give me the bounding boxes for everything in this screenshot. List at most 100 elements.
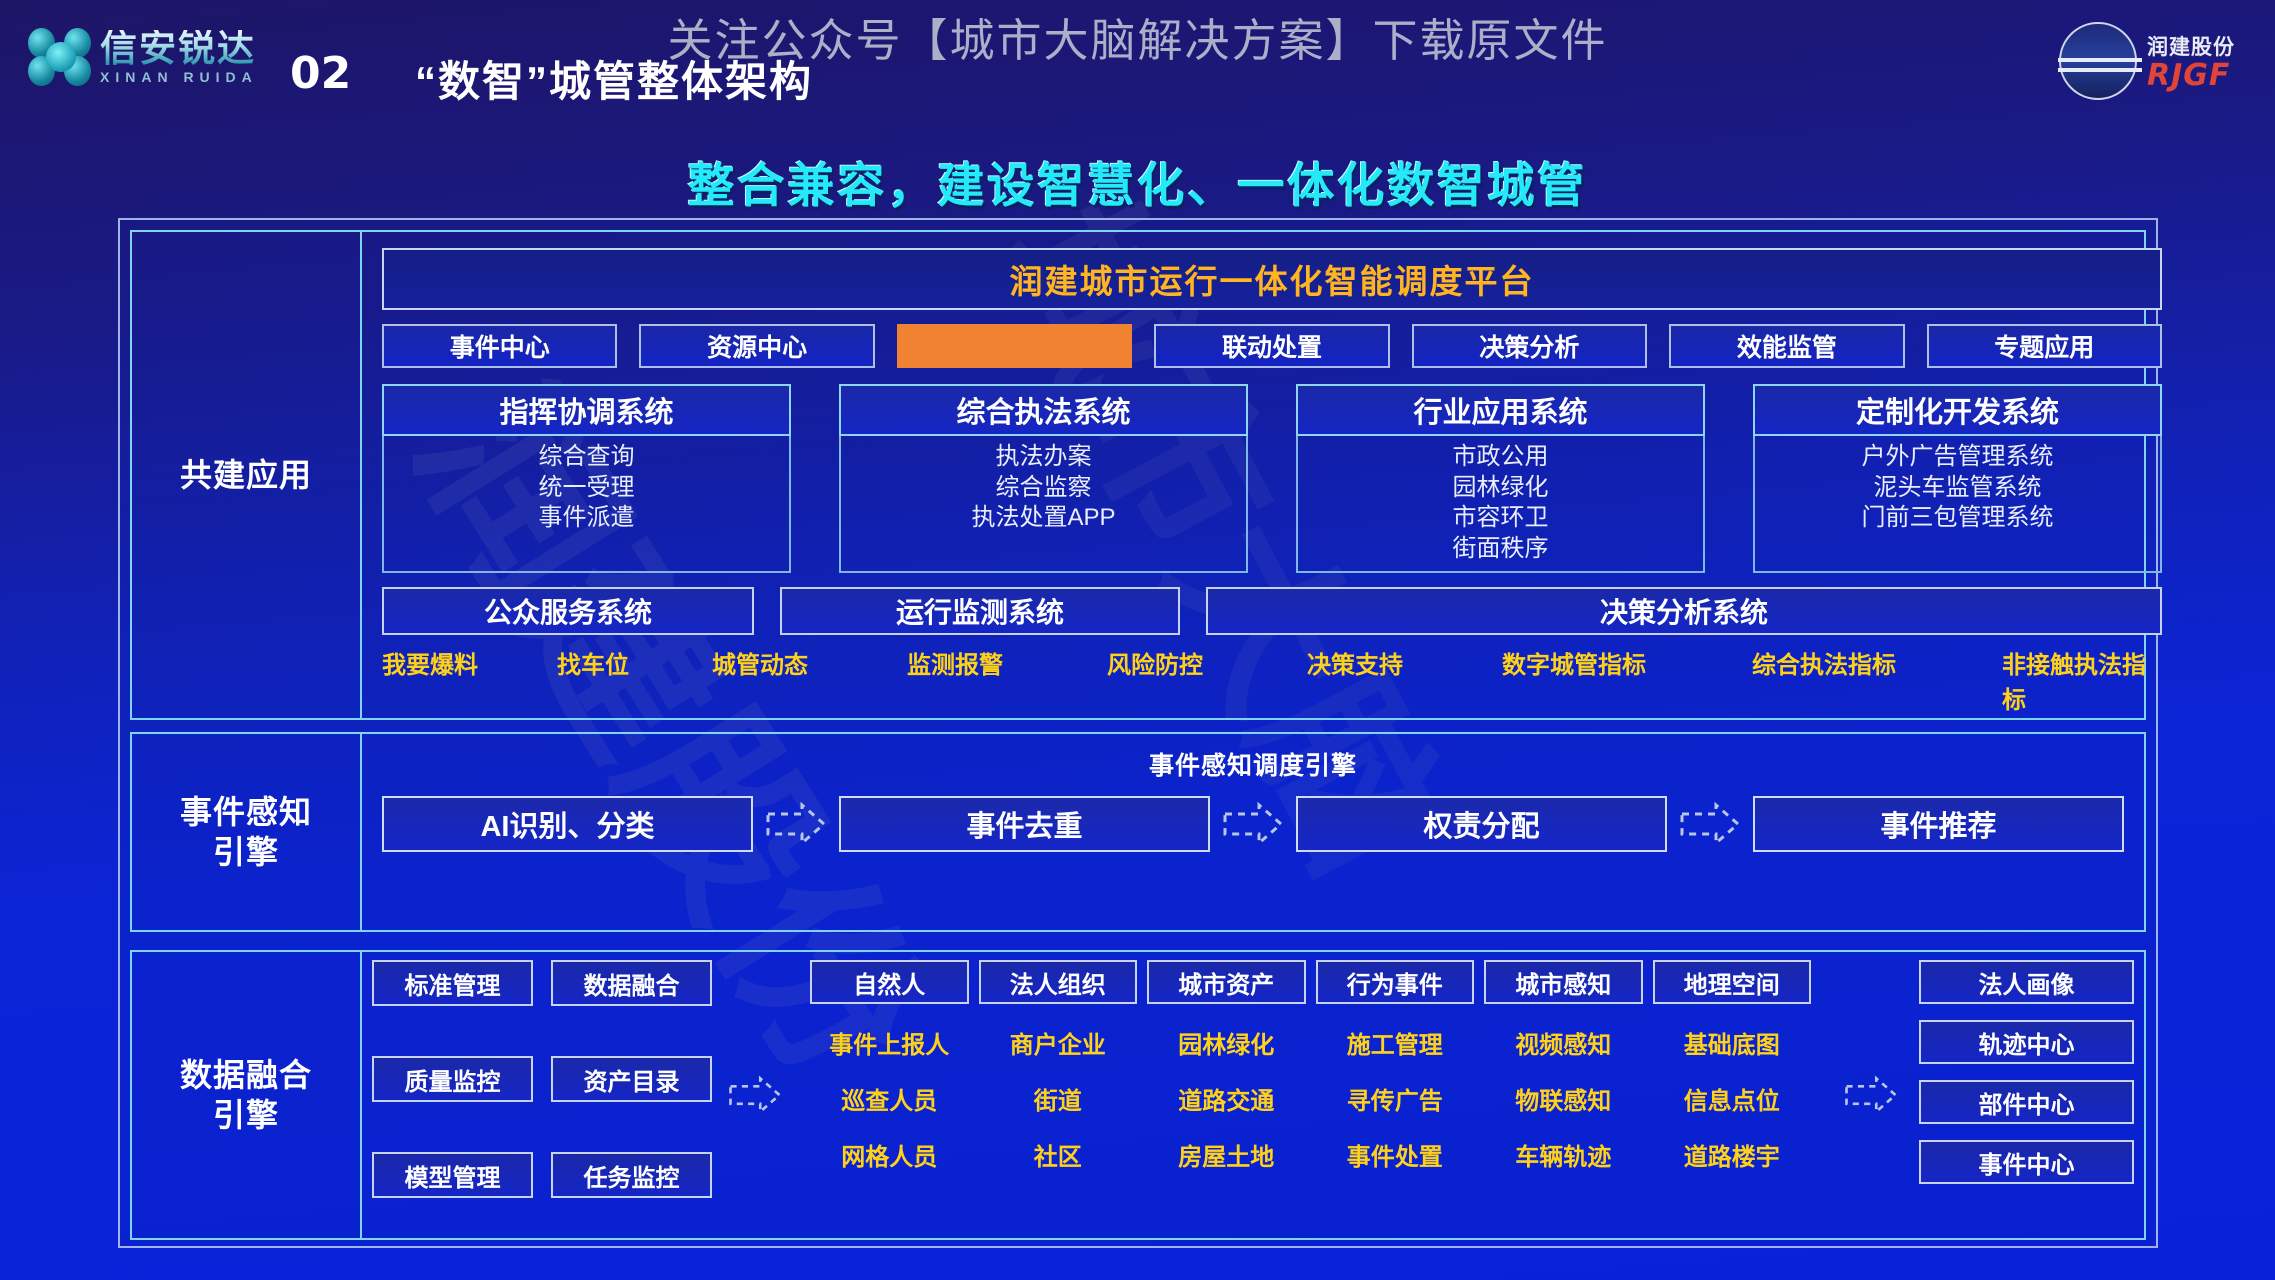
box-data-fusion[interactable]: 数据融合 (551, 960, 712, 1006)
column-head[interactable]: 行为事件 (1315, 960, 1474, 1004)
column-item[interactable]: 巡查人员 (841, 1081, 937, 1116)
column-head[interactable]: 城市资产 (1147, 960, 1306, 1004)
arrow-right-icon (1210, 801, 1296, 847)
box-standard-management[interactable]: 标准管理 (372, 960, 533, 1006)
column-item[interactable]: 道路楼宇 (1684, 1137, 1780, 1172)
company-logo: 信安锐达 XINAN RUIDA (28, 28, 258, 86)
sensing-flow: AI识别、分类 事件去重 权责分配 事件推荐 (376, 796, 2130, 852)
yellow-item-monitor-alarm[interactable]: 监测报警 (907, 645, 1107, 715)
box-trajectory-center[interactable]: 轨迹中心 (1919, 1020, 2134, 1064)
flow-step-deduplication[interactable]: 事件去重 (839, 796, 1210, 852)
data-column-legal-organization: 法人组织 商户企业 街道 社区 (978, 960, 1137, 1230)
data-column-geospatial: 地理空间 基础底图 信息点位 道路楼宇 (1652, 960, 1811, 1230)
column-item[interactable]: 事件上报人 (829, 1025, 949, 1060)
system-card-items: 市政公用 园林绿化 市容环卫 街面秩序 (1296, 436, 1705, 573)
arrow-right-icon (1667, 801, 1753, 847)
box-model-management[interactable]: 模型管理 (372, 1152, 533, 1198)
chip-efficiency-supervision[interactable]: 效能监管 (1669, 324, 1905, 368)
box-quality-monitoring[interactable]: 质量监控 (372, 1056, 533, 1102)
page-title: “数智”城管整体架构 (415, 58, 814, 105)
band-body-data-fusion-engine: 标准管理 数据融合 质量监控 资产目录 模型管理 任务监控 自然人 事件上报人 … (362, 952, 2144, 1238)
column-item[interactable]: 商户企业 (1010, 1025, 1106, 1060)
column-head[interactable]: 地理空间 (1652, 960, 1811, 1004)
column-item[interactable]: 物联感知 (1515, 1081, 1611, 1116)
column-item[interactable]: 信息点位 (1684, 1081, 1780, 1116)
column-item[interactable]: 社区 (1034, 1137, 1082, 1172)
chip-decision-analysis[interactable]: 决策分析 (1411, 324, 1648, 368)
platform-title-bar: 润建城市运行一体化智能调度平台 (382, 248, 2162, 310)
data-column-natural-person: 自然人 事件上报人 巡查人员 网格人员 (810, 960, 969, 1230)
system-card-industry-application[interactable]: 行业应用系统 市政公用 园林绿化 市容环卫 街面秩序 (1296, 384, 1705, 573)
band-event-sensing-engine: 事件感知 引擎 事件感知调度引擎 AI识别、分类 事件去重 权责分配 事件推荐 (130, 732, 2146, 932)
yellow-item-enforcement-index[interactable]: 综合执法指标 (1752, 645, 2002, 715)
yellow-item-digital-city-index[interactable]: 数字城管指标 (1502, 645, 1752, 715)
flow-step-event-recommendation[interactable]: 事件推荐 (1753, 796, 2124, 852)
system-card-custom-development[interactable]: 定制化开发系统 户外广告管理系统 泥头车监管系统 门前三包管理系统 (1753, 384, 2162, 573)
system-card-items: 综合查询 统一受理 事件派遣 (382, 436, 791, 573)
architecture-diagram: 共建应用 润建城市运行一体化智能调度平台 事件中心 资源中心 联动处置 决策分析… (118, 218, 2162, 1248)
data-column-behavior-events: 行为事件 施工管理 寻传广告 事件处置 (1315, 960, 1474, 1230)
column-item[interactable]: 街道 (1034, 1081, 1082, 1116)
data-governance-grid: 标准管理 数据融合 质量监控 资产目录 模型管理 任务监控 (372, 960, 712, 1230)
column-item[interactable]: 基础底图 (1684, 1025, 1780, 1060)
partner-logo: 润建股份 RJGF (2058, 22, 2235, 100)
wide-system-row: 公众服务系统 运行监测系统 决策分析系统 (382, 586, 2162, 635)
arrow-right-icon (1831, 960, 1911, 1230)
box-task-monitoring[interactable]: 任务监控 (551, 1152, 712, 1198)
arrow-right-icon (753, 801, 839, 847)
box-component-center[interactable]: 部件中心 (1919, 1080, 2134, 1124)
flow-step-ai-recognition[interactable]: AI识别、分类 (382, 796, 753, 852)
yellow-item-report[interactable]: 我要爆料 (382, 645, 557, 715)
column-head[interactable]: 城市感知 (1484, 960, 1643, 1004)
yellow-item-find-parking[interactable]: 找车位 (557, 645, 712, 715)
system-card-comprehensive-enforcement[interactable]: 综合执法系统 执法办案 综合监察 执法处置APP (839, 384, 1248, 573)
box-asset-catalog[interactable]: 资产目录 (551, 1056, 712, 1102)
system-card-title: 指挥协调系统 (382, 384, 791, 436)
band-data-fusion-engine: 数据融合 引擎 标准管理 数据融合 质量监控 资产目录 模型管理 任务监控 自然… (130, 950, 2146, 1240)
band-label-event-sensing-engine: 事件感知 引擎 (132, 734, 362, 930)
band-label-shared-applications: 共建应用 (132, 232, 362, 718)
column-item[interactable]: 寻传广告 (1347, 1081, 1443, 1116)
chip-event-center[interactable]: 事件中心 (382, 324, 618, 368)
box-legal-person-profile[interactable]: 法人画像 (1919, 960, 2134, 1004)
system-card-items: 户外广告管理系统 泥头车监管系统 门前三包管理系统 (1753, 436, 2162, 573)
slide-slogan: 整合兼容，建设智慧化、一体化数智城管 (687, 159, 1588, 212)
data-center-column: 法人画像 轨迹中心 部件中心 事件中心 (1919, 960, 2134, 1230)
column-item[interactable]: 房屋土地 (1178, 1137, 1274, 1172)
column-head[interactable]: 自然人 (810, 960, 969, 1004)
wide-box-public-service[interactable]: 公众服务系统 (382, 586, 754, 635)
band-label-data-fusion-engine: 数据融合 引擎 (132, 952, 362, 1238)
chip-highlighted[interactable] (896, 324, 1133, 368)
system-card-title: 行业应用系统 (1296, 384, 1705, 436)
yellow-item-decision-support[interactable]: 决策支持 (1307, 645, 1502, 715)
column-item[interactable]: 事件处置 (1347, 1137, 1443, 1172)
wide-box-decision-analysis[interactable]: 决策分析系统 (1206, 586, 2162, 635)
system-card-title: 综合执法系统 (839, 384, 1248, 436)
chip-resource-center[interactable]: 资源中心 (639, 324, 875, 368)
yellow-item-contactless-enforcement[interactable]: 非接触执法指标 (2002, 645, 2162, 715)
sensing-engine-title: 事件感知调度引擎 (1148, 752, 1357, 780)
chip-linked-disposal[interactable]: 联动处置 (1154, 324, 1390, 368)
column-item[interactable]: 施工管理 (1347, 1025, 1443, 1060)
column-item[interactable]: 车辆轨迹 (1515, 1137, 1611, 1172)
system-card-command-coordination[interactable]: 指挥协调系统 综合查询 统一受理 事件派遣 (382, 384, 791, 573)
arrow-right-icon (720, 960, 790, 1230)
column-item[interactable]: 视频感知 (1515, 1025, 1611, 1060)
column-item[interactable]: 道路交通 (1178, 1081, 1274, 1116)
section-number: 02 (290, 48, 352, 99)
column-item[interactable]: 网格人员 (841, 1137, 937, 1172)
band-shared-applications: 共建应用 润建城市运行一体化智能调度平台 事件中心 资源中心 联动处置 决策分析… (130, 230, 2162, 720)
chip-thematic-application[interactable]: 专题应用 (1926, 324, 2162, 368)
partner-name-en: RJGF (2147, 58, 2231, 93)
band-body-event-sensing-engine: 事件感知调度引擎 AI识别、分类 事件去重 权责分配 事件推荐 (362, 734, 2144, 930)
column-head[interactable]: 法人组织 (978, 960, 1137, 1004)
yellow-item-risk-control[interactable]: 风险防控 (1107, 645, 1307, 715)
yellow-item-city-news[interactable]: 城管动态 (712, 645, 907, 715)
flow-step-responsibility-allocation[interactable]: 权责分配 (1296, 796, 1667, 852)
data-domain-columns: 自然人 事件上报人 巡查人员 网格人员 法人组织 商户企业 街道 社区 城市资产… (798, 960, 1823, 1230)
column-item[interactable]: 园林绿化 (1178, 1025, 1274, 1060)
wide-box-operation-monitoring[interactable]: 运行监测系统 (780, 586, 1180, 635)
box-event-center[interactable]: 事件中心 (1919, 1140, 2134, 1184)
system-card-items: 执法办案 综合监察 执法处置APP (839, 436, 1248, 573)
platform-chip-row: 事件中心 资源中心 联动处置 决策分析 效能监管 专题应用 (382, 324, 2162, 368)
